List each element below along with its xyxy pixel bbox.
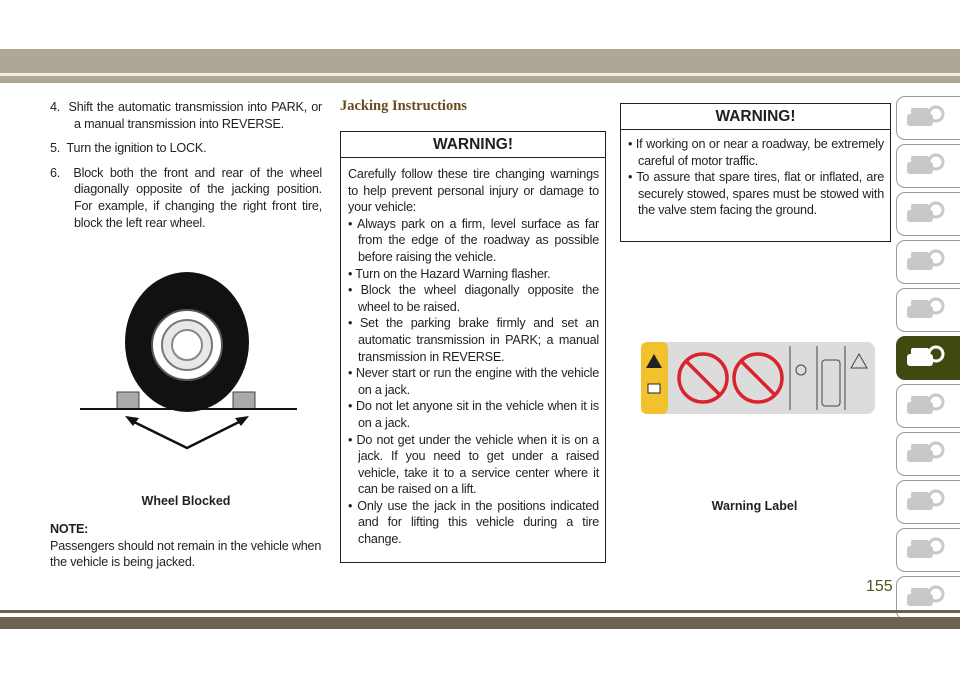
warning-bullet: • Do not let anyone sit in the vehicle w…	[348, 399, 599, 430]
chapter-tabs	[896, 96, 960, 624]
footer-line	[0, 610, 960, 613]
section-title: Jacking Instructions	[340, 98, 467, 114]
warning-title: WARNING!	[341, 132, 605, 158]
note-text: Passengers should not remain in the vehi…	[50, 538, 322, 570]
car-info-icon	[907, 153, 945, 174]
search-icon	[907, 537, 945, 558]
chapter-tab[interactable]	[896, 528, 960, 572]
figure-caption-warning-label: Warning Label	[711, 499, 798, 513]
chapter-tab[interactable]	[896, 480, 960, 524]
warning-bullet: • Only use the jack in the positions ind…	[348, 498, 599, 547]
page-number: 155	[866, 578, 893, 595]
step-number: 6.	[50, 165, 61, 180]
chapter-tab[interactable]	[896, 384, 960, 428]
note-title: NOTE:	[50, 522, 89, 536]
warning-intro: Carefully follow these tire changing war…	[348, 167, 599, 215]
warning-bullet: • Block the wheel diagonally opposite th…	[348, 283, 599, 314]
left-column: 4. Shift the automatic transmission into…	[50, 99, 322, 239]
warning-title: WARNING!	[621, 104, 890, 130]
warning-bullet: • Do not get under the vehicle when it i…	[348, 432, 600, 497]
chapter-tab[interactable]	[896, 144, 960, 188]
step-5: 5. Turn the ignition to LOCK.	[50, 140, 322, 157]
step-text: Turn the ignition to LOCK.	[66, 141, 207, 156]
car-search-icon	[907, 105, 945, 126]
roadway-warning-box: WARNING! • If working on or near a roadw…	[620, 103, 891, 242]
note-block: NOTE: Passengers should not remain in th…	[50, 521, 322, 571]
warning-bullet: • Always park on a firm, level surface a…	[348, 216, 599, 264]
specs-gear-icon	[907, 441, 945, 462]
step-6: 6. Block both the front and rear of the …	[50, 165, 322, 231]
step-number: 4.	[50, 100, 61, 114]
step-text: Block both the front and rear of the whe…	[73, 165, 322, 230]
car-warning-triangle-icon	[907, 345, 945, 366]
car-wrench-icon	[907, 393, 945, 414]
jacking-warning-box: WARNING! Carefully follow these tire cha…	[340, 131, 606, 563]
chapter-tab[interactable]	[896, 576, 960, 620]
airbag-seat-icon	[907, 249, 945, 270]
multimedia-icon	[907, 489, 945, 510]
key-steering-wheel-icon	[907, 297, 945, 318]
warning-bullet: • Turn on the Hazard Warning flasher.	[348, 266, 551, 281]
warning-label-figure	[641, 342, 875, 414]
step-text: Shift the automatic transmission into PA…	[68, 100, 323, 131]
chapter-tab[interactable]	[896, 192, 960, 236]
warning-bullet: • Never start or run the engine with the…	[348, 366, 599, 397]
warning-bullet: • Set the parking brake firmly and set a…	[348, 316, 599, 364]
chapter-tab[interactable]	[896, 288, 960, 332]
light-message-icon	[907, 201, 945, 222]
chapter-tab[interactable]	[896, 432, 960, 476]
step-4: 4. Shift the automatic transmission into…	[50, 99, 322, 132]
chapter-tab[interactable]	[896, 336, 960, 380]
footer-band	[0, 617, 960, 629]
warning-bullet: • To assure that spare tires, flat or in…	[628, 170, 885, 218]
header-band-lower	[0, 76, 960, 83]
wheel-blocked-figure	[80, 272, 297, 450]
chapter-tab[interactable]	[896, 96, 960, 140]
header-band	[0, 49, 960, 73]
chapter-tab[interactable]	[896, 240, 960, 284]
warning-bullet: • If working on or near a roadway, be ex…	[628, 137, 885, 168]
step-number: 5.	[50, 141, 61, 156]
figure-caption-wheel-blocked: Wheel Blocked	[141, 494, 231, 508]
